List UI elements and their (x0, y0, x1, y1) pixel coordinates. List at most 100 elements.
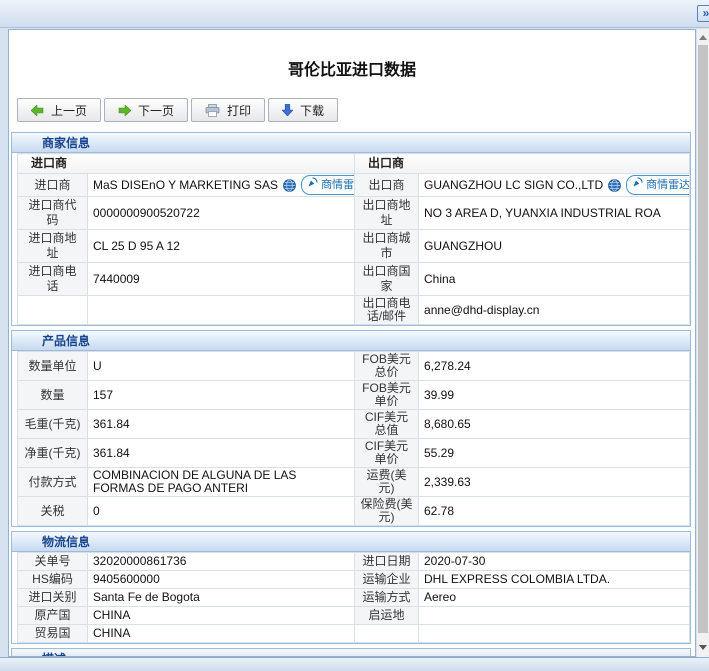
table-row: 贸易国 CHINA (17, 624, 690, 643)
next-page-label: 下一页 (138, 103, 175, 118)
table-row: 进口关别 Santa Fe de Bogota 运输方式 Aereo (17, 588, 690, 607)
exporter-column-header: 出口商 (354, 153, 690, 174)
row-label: CIF美元总值 (354, 409, 419, 439)
sections-container: 商家信息 进口商 出口商 进口商 MaS DISEnO Y MARKETING … (11, 132, 691, 656)
section-header-logistics: 物流信息 (12, 532, 690, 552)
merchant-subheader-row: 进口商 出口商 (16, 153, 690, 174)
globe-icon[interactable] (608, 178, 622, 192)
row-label: FOB美元总价 (354, 351, 419, 381)
row-label (354, 624, 419, 643)
section-description: 描述 产品详细描述 DO 32009655 FACTURAS 202007040… (11, 648, 691, 656)
table-row: 付款方式 COMBINACION DE ALGUNA DE LAS FORMAS… (17, 467, 690, 497)
row-label: 数量单位 (17, 351, 88, 381)
double-chevron-icon: » (702, 6, 709, 20)
radar-icon (307, 177, 318, 193)
row-value: 32020000861736 (87, 552, 355, 571)
page-title: 哥伦比亚进口数据 (287, 62, 416, 79)
row-value: COMBINACION DE ALGUNA DE LAS FORMAS DE P… (87, 467, 355, 497)
row-value: CHINA (87, 624, 355, 643)
section-logistics: 物流信息 关单号 32020000861736 进口日期 2020-07-30 … (11, 531, 691, 644)
window-titlebar (0, 0, 709, 28)
table-row: 净重(千克) 361.84 CIF美元单价 55.29 (17, 438, 690, 468)
row-label: 出口商电话/邮件 (354, 295, 420, 325)
row-value: NO 3 AREA D, YUANXIA INDUSTRIAL ROA (418, 196, 690, 230)
table-row: 关单号 32020000861736 进口日期 2020-07-30 (17, 552, 690, 571)
row-value (86, 295, 356, 325)
section-header-product: 产品信息 (12, 331, 690, 351)
row-value: Aereo (418, 588, 690, 607)
row-label: 关单号 (17, 552, 88, 571)
table-row: 出口商电话/邮件 anne@dhd-display.cn (17, 295, 690, 325)
print-button[interactable]: 打印 (191, 98, 266, 122)
row-label: 出口商城市 (354, 229, 420, 263)
row-label: 保险费(美元) (354, 496, 419, 526)
row-label: 进口商地址 (17, 229, 88, 263)
prev-page-button[interactable]: 上一页 (17, 98, 102, 122)
table-row: 进口商地址 CL 25 D 95 A 12 出口商城市 GUANGZHOU (17, 229, 690, 263)
table-row: 进口商 MaS DISEnO Y MARKETING SAS 商情雷 出口商 G… (17, 173, 690, 197)
merchant-table: 进口商 出口商 进口商 MaS DISEnO Y MARKETING SAS 商… (16, 153, 690, 325)
download-button[interactable]: 下载 (268, 98, 339, 122)
section-merchant: 商家信息 进口商 出口商 进口商 MaS DISEnO Y MARKETING … (11, 132, 691, 326)
table-row: 原产国 CHINA 启运地 (17, 606, 690, 625)
row-value: 0 (87, 496, 355, 526)
table-row: 毛重(千克) 361.84 CIF美元总值 8,680.65 (17, 409, 690, 439)
row-value (418, 624, 690, 643)
row-value: 62.78 (418, 496, 690, 526)
window-bottom-edge (0, 657, 709, 671)
table-row: 进口商代码 0000000900520722 出口商地址 NO 3 AREA D… (17, 196, 690, 230)
row-label: CIF美元单价 (354, 438, 419, 468)
row-label: 原产国 (17, 606, 88, 625)
row-value: 361.84 (87, 409, 355, 439)
row-label: 进口日期 (354, 552, 419, 571)
product-table: 数量单位 U FOB美元总价 6,278.24 数量 157 FOB美元单价 3… (17, 351, 690, 526)
prev-page-label: 上一页 (51, 103, 88, 118)
triangle-down-icon (699, 644, 707, 650)
arrow-left-icon (31, 104, 44, 116)
globe-icon[interactable] (283, 178, 296, 192)
row-label: 付款方式 (17, 467, 88, 497)
section-header-description: 描述 (12, 649, 690, 656)
scrollbar-thumb[interactable] (698, 45, 708, 633)
row-value (418, 606, 690, 625)
row-value: 0000000900520722 (86, 196, 356, 230)
radar-label: 商情雷达 (646, 178, 690, 191)
row-value: 361.84 (87, 438, 355, 468)
arrow-down-icon (282, 104, 294, 116)
arrow-right-icon (118, 104, 132, 116)
section-product: 产品信息 数量单位 U FOB美元总价 6,278.24 数量 157 FOB美… (11, 330, 691, 527)
radar-button[interactable]: 商情雷达 (300, 175, 354, 195)
toolbar: 上一页 下一页 打印 下载 (17, 98, 695, 122)
print-label: 打印 (227, 103, 252, 118)
exporter-name: GUANGZHOU LC SIGN CO.,LTD (424, 177, 604, 192)
import-data-window: » 哥伦比亚进口数据 上一页 下一页 打印 下载 商家信息 进口商 出口商 进口… (0, 0, 709, 671)
row-value: 2020-07-30 (418, 552, 690, 571)
next-page-button[interactable]: 下一页 (104, 98, 189, 122)
row-label: 出口商 (354, 173, 420, 197)
row-value: 7440009 (86, 262, 356, 296)
triangle-up-icon (699, 34, 707, 40)
row-value: DHL EXPRESS COLOMBIA LTDA. (418, 570, 690, 589)
table-row: 进口商电话 7440009 出口商国家 China (17, 262, 690, 296)
row-label: 贸易国 (17, 624, 88, 643)
row-value: GUANGZHOU (418, 229, 690, 263)
row-value: 9405600000 (87, 570, 355, 589)
scroll-down-button[interactable] (697, 641, 709, 653)
collapse-button[interactable]: » (697, 5, 709, 22)
row-value: 157 (87, 380, 355, 410)
table-row: HS编码 9405600000 运输企业 DHL EXPRESS COLOMBI… (17, 570, 690, 589)
row-label: 毛重(千克) (17, 409, 88, 439)
row-label: 运输企业 (354, 570, 419, 589)
vertical-scrollbar[interactable] (697, 29, 709, 657)
row-value: CL 25 D 95 A 12 (86, 229, 356, 263)
row-label (17, 295, 88, 325)
row-label: 运输方式 (354, 588, 419, 607)
row-label: 启运地 (354, 606, 419, 625)
download-label: 下载 (300, 103, 325, 118)
row-label: 进口商 (17, 173, 88, 197)
scroll-up-button[interactable] (697, 31, 709, 43)
radar-button[interactable]: 商情雷达 (626, 175, 689, 195)
row-value: 8,680.65 (418, 409, 690, 439)
row-label: FOB美元单价 (354, 380, 419, 410)
row-label: 出口商地址 (354, 196, 420, 230)
